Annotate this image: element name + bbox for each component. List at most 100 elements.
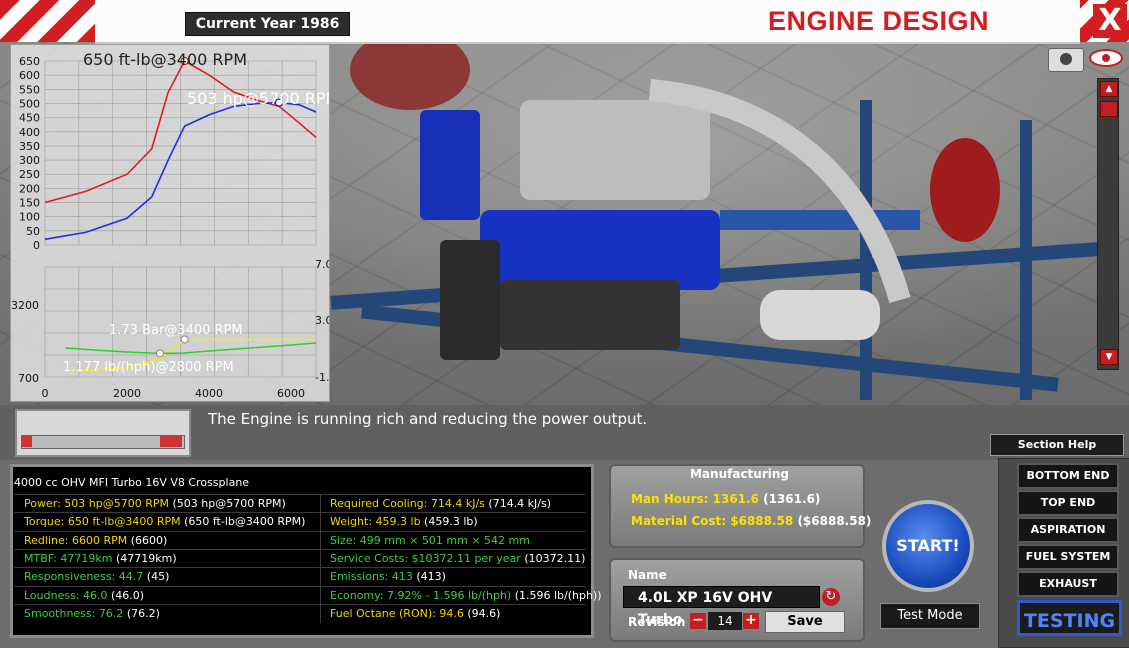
rpm-slider-left-button[interactable] — [22, 436, 32, 447]
y-tick-label: 550 — [19, 83, 40, 96]
stat-right: Required Cooling: 714.4 kJ/s (714.4 kJ/s… — [330, 495, 551, 513]
stats-row: Power: 503 hp@5700 RPM (503 hp@5700 RPM)… — [14, 494, 586, 513]
stat-left: MTBF: 47719km (47719km) — [24, 550, 177, 568]
stat-value: Economy: 7.92% - 1.596 lb/(hph) — [330, 588, 512, 602]
zoom-up-button[interactable]: ▲ — [1100, 81, 1118, 97]
stat-right: Emissions: 413 (413) — [330, 568, 446, 586]
stat-value: Required Cooling: 714.4 kJ/s — [330, 497, 485, 510]
y-tick-label: 350 — [19, 140, 40, 153]
revision-label: Revision — [628, 615, 686, 629]
section-testing[interactable]: TESTING — [1017, 600, 1122, 636]
x-tick-label: 2000 — [113, 387, 141, 400]
right-tick-label: -1.0 — [315, 371, 329, 384]
stat-left: Torque: 650 ft-lb@3400 RPM (650 ft-lb@34… — [24, 513, 305, 531]
stat-value: Size: 499 mm × 501 mm × 542 mm — [330, 533, 530, 547]
boost-label: 1.73 Bar@3400 RPM — [109, 323, 243, 338]
material-cost-previous: ($6888.58) — [797, 514, 872, 528]
y-tick-label: 300 — [19, 154, 40, 167]
left-tick-label: 3200 — [11, 299, 39, 312]
power-peak-label: 503 hp@5700 RPM — [187, 89, 329, 108]
right-tick-label: 7.0 — [315, 258, 329, 271]
stat-left: Smoothness: 76.2 (76.2) — [24, 605, 160, 623]
close-icon[interactable]: X — [1093, 4, 1127, 38]
stat-value: MTBF: 47719km — [24, 551, 113, 565]
stat-value: Redline: 6600 RPM — [24, 533, 128, 547]
stats-row: Torque: 650 ft-lb@3400 RPM (650 ft-lb@34… — [14, 512, 586, 532]
stat-right: Economy: 7.92% - 1.596 lb/(hph) (1.596 l… — [330, 587, 602, 605]
camera-zoom-slider[interactable]: ▲ ▼ — [1097, 78, 1119, 370]
section-top-end[interactable]: TOP END — [1017, 490, 1119, 516]
revision-increment-button[interactable]: + — [743, 613, 759, 629]
name-label: Name — [628, 568, 667, 582]
engine-name-field[interactable]: 4.0L XP 16V OHV Turbo — [623, 586, 820, 628]
revision-value: 14 — [708, 612, 742, 630]
start-button[interactable]: START! — [882, 500, 974, 592]
stat-previous: (46.0) — [107, 588, 145, 602]
test-mode-button[interactable]: Test Mode — [880, 603, 980, 629]
stat-value: Weight: 459.3 lb — [330, 515, 421, 529]
camera-icon[interactable] — [1048, 48, 1084, 72]
engine-description: 4000 cc OHV MFI Turbo 16V V8 Crossplane — [14, 476, 250, 489]
section-fuel-system[interactable]: FUEL SYSTEM — [1017, 544, 1119, 570]
revision-decrement-button[interactable]: − — [690, 613, 706, 629]
section-bottom-end[interactable]: BOTTOM END — [1017, 463, 1119, 489]
zoom-down-button[interactable]: ▼ — [1100, 349, 1118, 365]
y-tick-label: 100 — [19, 211, 40, 224]
y-tick-label: 400 — [19, 126, 40, 139]
engine-status-message: The Engine is running rich and reducing … — [208, 410, 648, 428]
stat-previous: (650 ft-lb@3400 RPM) — [180, 515, 306, 529]
stats-row: Smoothness: 76.2 (76.2) Fuel Octane (RON)… — [14, 603, 586, 623]
rpm-slider-track[interactable] — [21, 435, 185, 449]
man-hours-value: Man Hours: 1361.6 — [631, 492, 759, 506]
stat-value: Fuel Octane (RON): 94.6 — [330, 606, 464, 620]
economy-marker — [155, 349, 164, 358]
save-button[interactable]: Save — [765, 611, 845, 633]
stat-previous: (45) — [143, 570, 170, 584]
stat-previous: (94.6) — [463, 606, 501, 620]
y-tick-label: 150 — [19, 197, 40, 210]
stat-value: Smoothness: 76.2 — [24, 606, 124, 620]
stat-right: Weight: 459.3 lb (459.3 lb) — [330, 513, 478, 531]
stats-row: Loudness: 46.0 (46.0) Economy: 7.92% - 1.… — [14, 585, 602, 605]
y-tick-label: 600 — [19, 69, 40, 82]
stat-left: Redline: 6600 RPM (6600) — [24, 532, 167, 550]
rpm-slider-thumb[interactable] — [160, 436, 182, 447]
zoom-thumb[interactable] — [1100, 101, 1118, 117]
stat-previous: (6600) — [127, 533, 168, 547]
stat-previous: (503 hp@5700 RPM) — [168, 497, 286, 510]
y-tick-label: 50 — [26, 225, 40, 238]
y-tick-label: 0 — [33, 239, 40, 252]
x-tick-label: 6000 — [277, 387, 305, 400]
rpm-slider-box[interactable] — [15, 409, 191, 457]
current-year-badge: Current Year 1986 — [185, 12, 350, 36]
material-cost-value: Material Cost: $6888.58 — [631, 514, 794, 528]
material-cost: Material Cost: $6888.58 ($6888.58) — [631, 514, 871, 528]
section-aspiration[interactable]: ASPIRATION — [1017, 517, 1119, 543]
engine-model — [420, 79, 1000, 360]
x-tick-label: 0 — [42, 387, 49, 400]
x-tick-label: 4000 — [195, 387, 223, 400]
section-exhaust[interactable]: EXHAUST — [1017, 571, 1119, 597]
stat-previous: (47719km) — [112, 551, 177, 565]
stat-right: Fuel Octane (RON): 94.6 (94.6) — [330, 605, 500, 623]
y-tick-label: 250 — [19, 168, 40, 181]
stat-previous: (459.3 lb) — [420, 515, 478, 529]
stats-row: Responsiveness: 44.7 (45) Emissions: 413 … — [14, 567, 586, 587]
stat-previous: (76.2) — [123, 606, 160, 620]
stats-row: Redline: 6600 RPM (6600) Size: 499 mm × 5… — [14, 530, 586, 550]
refresh-name-icon[interactable]: ↻ — [822, 588, 840, 606]
stat-value: Power: 503 hp@5700 RPM — [24, 497, 169, 510]
eye-icon[interactable] — [1088, 48, 1124, 68]
y-tick-label: 500 — [19, 97, 40, 110]
y-tick-label: 200 — [19, 182, 40, 195]
stat-value: Service Costs: $10372.11 per year — [330, 551, 521, 565]
performance-graph: 650 600 550 500 450 400 350 300 250 200 150 100 50 0 6… — [10, 44, 330, 402]
economy-label: 1.177 lb/(hph)@2800 RPM — [63, 360, 234, 375]
stat-left: Responsiveness: 44.7 (45) — [24, 568, 169, 586]
stats-row: MTBF: 47719km (47719km) Service Costs: $1… — [14, 548, 586, 568]
stat-left: Power: 503 hp@5700 RPM (503 hp@5700 RPM) — [24, 495, 286, 513]
stat-previous: (413) — [412, 570, 446, 584]
stat-right: Size: 499 mm × 501 mm × 542 mm — [330, 532, 530, 550]
man-hours: Man Hours: 1361.6 (1361.6) — [631, 492, 820, 506]
section-help-button[interactable]: Section Help — [990, 434, 1124, 456]
